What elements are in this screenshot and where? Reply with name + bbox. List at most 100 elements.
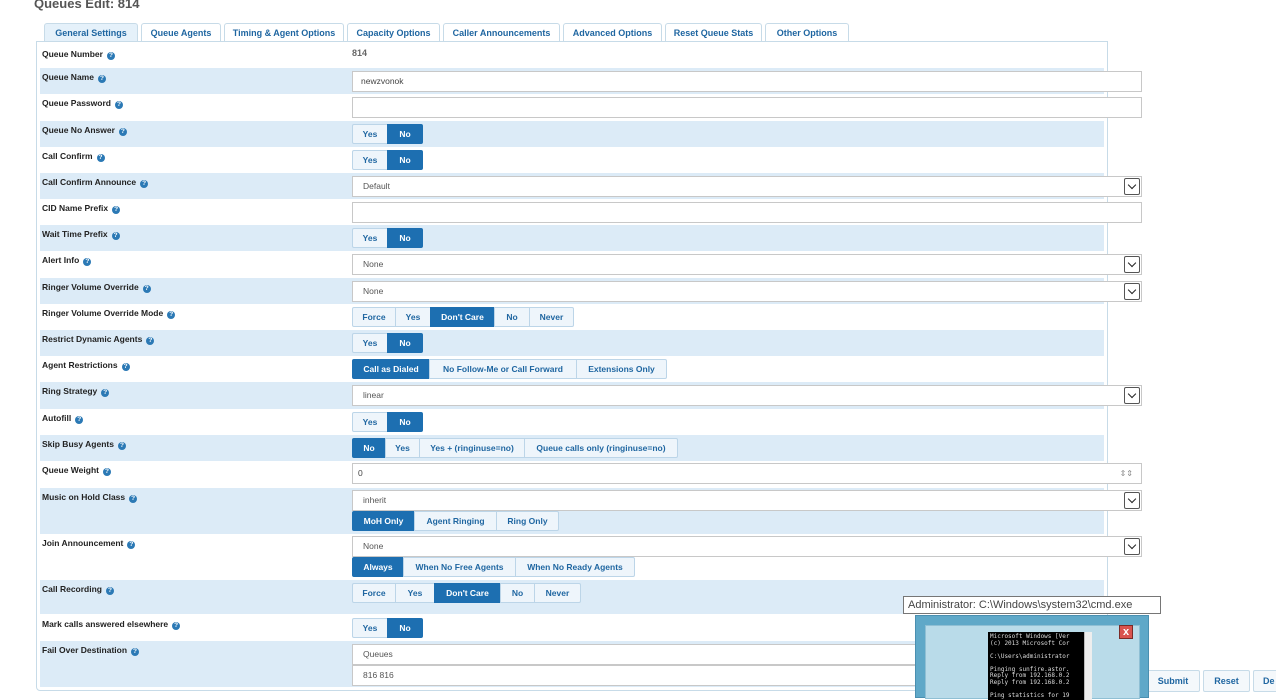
agent-ringing-button[interactable]: Agent Ringing xyxy=(414,511,497,531)
close-icon[interactable]: x xyxy=(1119,625,1133,639)
queue-no-answer-yes-button[interactable]: Yes xyxy=(352,124,388,144)
help-icon[interactable]: ? xyxy=(117,442,126,450)
call-confirm-announce-select[interactable]: Default xyxy=(352,176,1142,197)
mark-calls-answered-elsewhere-label: Mark calls answered elsewhere? xyxy=(42,619,181,630)
help-icon[interactable]: ? xyxy=(83,258,92,266)
fail-over-destination-target-select[interactable]: 816 816 xyxy=(352,665,962,686)
chevron-down-icon[interactable] xyxy=(1124,283,1140,300)
row-wait-time-prefix: Wait Time Prefix? Yes No xyxy=(40,225,1104,251)
ringer-mode-dont-care-button[interactable]: Don't Care xyxy=(430,307,495,327)
call-confirm-toggle: Yes No xyxy=(352,150,423,170)
skip-busy-agents-queue-calls-only-button[interactable]: Queue calls only (ringinuse=no) xyxy=(524,438,678,458)
call-recording-no-button[interactable]: No xyxy=(500,583,535,603)
call-recording-label: Call Recording? xyxy=(42,584,114,595)
ring-only-button[interactable]: Ring Only xyxy=(496,511,559,531)
help-icon[interactable]: ? xyxy=(172,622,181,630)
ringer-mode-force-button[interactable]: Force xyxy=(352,307,396,327)
delete-button[interactable]: De xyxy=(1253,670,1276,692)
ringer-volume-override-mode-toggle: Force Yes Don't Care No Never xyxy=(352,307,574,327)
ringer-volume-override-select[interactable]: None xyxy=(352,281,1142,302)
cid-name-prefix-input[interactable] xyxy=(352,202,1142,223)
help-icon[interactable]: ? xyxy=(114,101,123,109)
autofill-yes-button[interactable]: Yes xyxy=(352,412,388,432)
help-icon[interactable]: ? xyxy=(101,389,110,397)
agent-restrictions-call-as-dialed-button[interactable]: Call as Dialed xyxy=(352,359,430,379)
mark-calls-yes-button[interactable]: Yes xyxy=(352,618,388,638)
chevron-down-icon[interactable] xyxy=(1124,492,1140,509)
help-icon[interactable]: ? xyxy=(111,232,120,240)
join-when-no-free-agents-button[interactable]: When No Free Agents xyxy=(403,557,516,577)
call-recording-dont-care-button[interactable]: Don't Care xyxy=(434,583,501,603)
skip-busy-agents-no-button[interactable]: No xyxy=(352,438,386,458)
help-icon[interactable]: ? xyxy=(75,416,84,424)
queue-name-input[interactable]: newzvonok xyxy=(352,71,1142,92)
wait-time-prefix-no-button[interactable]: No xyxy=(387,228,423,248)
alert-info-select[interactable]: None xyxy=(352,254,1142,275)
call-confirm-yes-button[interactable]: Yes xyxy=(352,150,388,170)
agent-restrictions-extensions-only-button[interactable]: Extensions Only xyxy=(576,359,667,379)
chevron-down-icon[interactable] xyxy=(1124,178,1140,195)
call-recording-yes-button[interactable]: Yes xyxy=(395,583,435,603)
wait-time-prefix-yes-button[interactable]: Yes xyxy=(352,228,388,248)
restrict-dynamic-agents-toggle: Yes No xyxy=(352,333,423,353)
ringer-mode-never-button[interactable]: Never xyxy=(529,307,574,327)
help-icon[interactable]: ? xyxy=(127,541,136,549)
help-icon[interactable]: ? xyxy=(118,128,127,136)
help-icon[interactable]: ? xyxy=(167,311,176,319)
help-icon[interactable]: ? xyxy=(103,468,111,476)
row-call-confirm: Call Confirm? Yes No xyxy=(40,147,1104,173)
tab-timing-agent-options[interactable]: Timing & Agent Options xyxy=(224,23,344,42)
call-recording-never-button[interactable]: Never xyxy=(534,583,581,603)
help-icon[interactable]: ? xyxy=(131,648,140,656)
tab-capacity-options[interactable]: Capacity Options xyxy=(347,23,440,42)
ringer-mode-yes-button[interactable]: Yes xyxy=(395,307,431,327)
chevron-down-icon[interactable] xyxy=(1124,256,1140,273)
queue-weight-input[interactable]: 0 ⇕⇕ xyxy=(352,463,1142,484)
ringer-mode-no-button[interactable]: No xyxy=(494,307,530,327)
help-icon[interactable]: ? xyxy=(112,206,121,214)
help-icon[interactable]: ? xyxy=(140,180,149,188)
submit-button[interactable]: Submit xyxy=(1146,670,1200,692)
help-icon[interactable]: ? xyxy=(129,495,138,503)
music-on-hold-class-select[interactable]: inherit xyxy=(352,490,1142,511)
cmd-window-preview[interactable]: Microsoft Windows [Ver (c) 2013 Microsof… xyxy=(915,615,1149,700)
tab-caller-announcements[interactable]: Caller Announcements xyxy=(443,23,560,42)
help-icon[interactable]: ? xyxy=(96,154,105,162)
help-icon[interactable]: ? xyxy=(146,337,155,345)
mark-calls-no-button[interactable]: No xyxy=(387,618,423,638)
help-icon[interactable]: ? xyxy=(106,52,115,60)
call-recording-force-button[interactable]: Force xyxy=(352,583,396,603)
skip-busy-agents-yes-button[interactable]: Yes xyxy=(385,438,420,458)
cmd-scrollbar[interactable] xyxy=(1084,632,1092,700)
help-icon[interactable]: ? xyxy=(142,285,151,293)
skip-busy-agents-yes-ringinuse-button[interactable]: Yes + (ringinuse=no) xyxy=(419,438,525,458)
restrict-dynamic-agents-no-button[interactable]: No xyxy=(387,333,423,353)
row-autofill: Autofill? Yes No xyxy=(40,409,1104,435)
queue-no-answer-no-button[interactable]: No xyxy=(387,124,423,144)
spinner-icon[interactable]: ⇕⇕ xyxy=(1120,464,1133,483)
tab-other-options[interactable]: Other Options xyxy=(765,23,849,42)
tab-reset-queue-stats[interactable]: Reset Queue Stats xyxy=(665,23,762,42)
queue-password-input[interactable] xyxy=(352,97,1142,118)
join-always-button[interactable]: Always xyxy=(352,557,404,577)
chevron-down-icon[interactable] xyxy=(1124,538,1140,555)
tab-general-settings[interactable]: General Settings xyxy=(44,23,138,42)
call-confirm-no-button[interactable]: No xyxy=(387,150,423,170)
ringer-volume-override-label: Ringer Volume Override? xyxy=(42,282,151,293)
join-announcement-select[interactable]: None xyxy=(352,536,1142,557)
queue-name-label: Queue Name? xyxy=(42,72,106,83)
help-icon[interactable]: ? xyxy=(121,363,130,371)
ring-strategy-select[interactable]: linear xyxy=(352,385,1142,406)
chevron-down-icon[interactable] xyxy=(1124,387,1140,404)
help-icon[interactable]: ? xyxy=(97,75,106,83)
help-icon[interactable]: ? xyxy=(105,587,114,595)
tab-advanced-options[interactable]: Advanced Options xyxy=(563,23,662,42)
moh-only-button[interactable]: MoH Only xyxy=(352,511,415,531)
reset-button[interactable]: Reset xyxy=(1203,670,1250,692)
fail-over-destination-type-select[interactable]: Queues xyxy=(352,644,962,665)
restrict-dynamic-agents-yes-button[interactable]: Yes xyxy=(352,333,388,353)
tab-queue-agents[interactable]: Queue Agents xyxy=(141,23,221,42)
autofill-no-button[interactable]: No xyxy=(387,412,423,432)
agent-restrictions-no-follow-me-button[interactable]: No Follow-Me or Call Forward xyxy=(429,359,577,379)
join-when-no-ready-agents-button[interactable]: When No Ready Agents xyxy=(515,557,635,577)
